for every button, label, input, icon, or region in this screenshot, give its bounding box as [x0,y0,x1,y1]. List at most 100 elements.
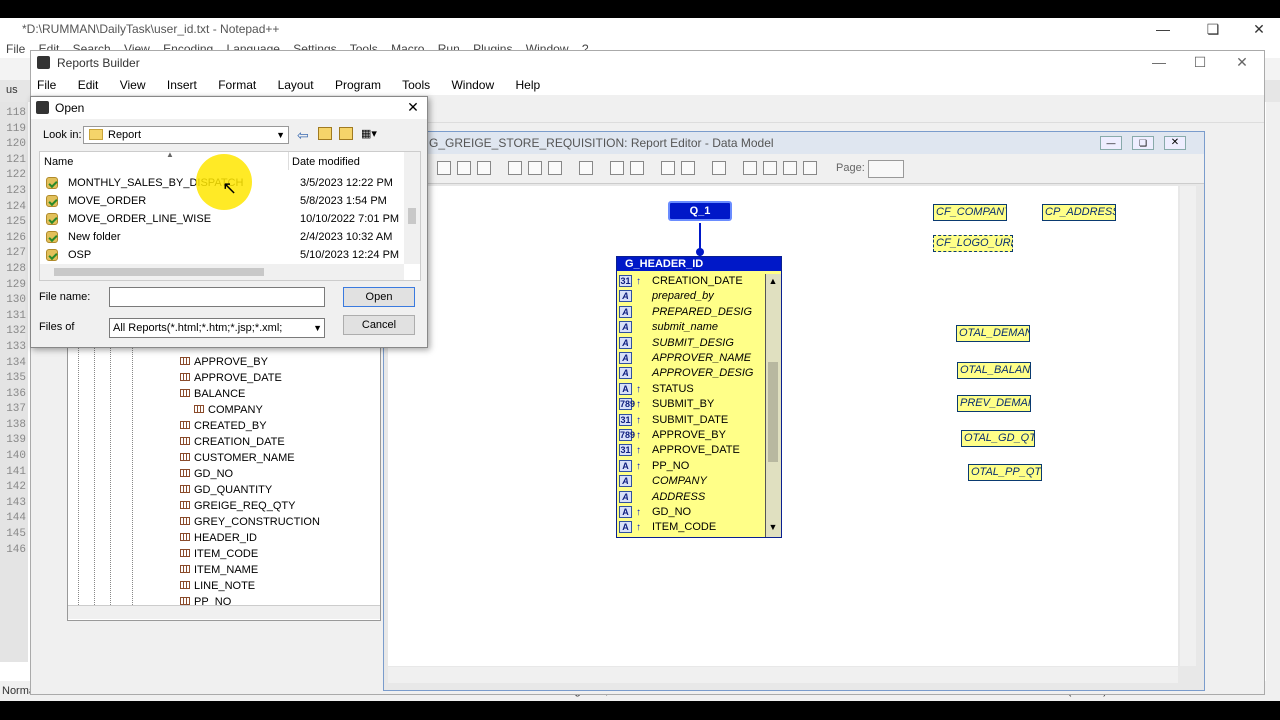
nav-item[interactable]: GREIGE_REQ_QTY [180,498,295,514]
formula-total-pp-qty[interactable]: OTAL_PP_QT [968,464,1042,481]
group-field[interactable]: 31 ↑ APPROVE_DATE [619,443,740,458]
line-number: 120 [6,138,26,151]
nav-item[interactable]: GREY_CONSTRUCTION [180,514,320,530]
menu-program[interactable]: Program [335,78,381,92]
menu-view[interactable]: View [120,78,146,92]
file-list-vscroll[interactable] [404,152,420,264]
menu-window[interactable]: Window [451,78,494,92]
dm-close-icon[interactable]: ✕ [1164,136,1186,150]
column-icon [180,501,190,509]
formula-total-balance[interactable]: OTAL_BALANC [957,362,1031,379]
formula-cp-address[interactable]: CP_ADDRESS [1042,204,1116,221]
nav-item[interactable]: ITEM_NAME [180,562,258,578]
tab-user-id[interactable]: us [6,84,18,96]
notepad-vscroll[interactable] [1266,102,1280,682]
menu-tools[interactable]: Tools [402,78,430,92]
group-field[interactable]: Asubmit_name [619,320,718,335]
menu-layout[interactable]: Layout [278,78,314,92]
nav-item[interactable]: APPROVE_BY [180,354,268,370]
dm-canvas[interactable]: Q_1 G_HEADER_ID 31 ↑ CREATION_DATE Aprepare… [388,186,1178,666]
group-field[interactable]: A ↑ STATUS [619,382,694,397]
line-number: 130 [6,294,26,307]
dm-hscroll[interactable] [388,667,1178,683]
dm-tool-icons[interactable] [434,161,820,178]
group-field[interactable]: 31 ↑ CREATION_DATE [619,274,743,289]
file-name-input[interactable] [109,287,325,307]
menu-edit[interactable]: Edit [78,78,99,92]
formula-prev-demand[interactable]: PREV_DEMAN [957,395,1031,412]
open-button[interactable]: Open [343,287,415,307]
rb-close-icon[interactable]: ✕ [1219,51,1265,73]
dialog-close-icon[interactable]: ✕ [403,99,423,117]
column-icon [180,437,190,445]
nav-item[interactable]: CUSTOMER_NAME [180,450,295,466]
scroll-down-icon[interactable]: ▼ [768,522,778,532]
dm-restore-icon[interactable]: ❏ [1132,136,1154,150]
group-field[interactable]: A SUBMIT_DESIG [619,336,734,351]
query-q1[interactable]: Q_1 [668,201,732,221]
file-row[interactable]: MOVE_ORDER_LINE_WISE 10/10/2022 7:01 PM [46,210,416,228]
page-input[interactable] [868,160,904,178]
tree-guide [110,337,111,607]
key-arrow-icon: ↑ [636,276,641,287]
group-field[interactable]: A APPROVER_NAME [619,351,751,366]
file-row[interactable]: New folder 2/4/2023 10:32 AM [46,228,416,246]
vscroll-thumb[interactable] [408,208,416,224]
group-box[interactable]: G_HEADER_ID 31 ↑ CREATION_DATE Aprepared_by… [616,256,782,538]
group-field[interactable]: 789↑ SUBMIT_BY [619,397,714,412]
group-field[interactable]: A ADDRESS [619,490,705,505]
group-field[interactable]: A APPROVER_DESIG [619,366,753,381]
nav-item[interactable]: COMPANY [194,402,263,418]
restore-icon[interactable]: ❏ [1190,18,1236,40]
nav-item[interactable]: BALANCE [180,386,245,402]
nav-item[interactable]: HEADER_ID [180,530,257,546]
menu-insert[interactable]: Insert [167,78,197,92]
nav-item[interactable]: CREATED_BY [180,418,267,434]
file-type-select[interactable]: All Reports(*.html;*.htm;*.jsp;*.xml; ▼ [109,318,325,338]
chevron-down-icon: ▼ [313,319,322,337]
group-field[interactable]: A PREPARED_DESIG [619,305,752,320]
new-folder-icon[interactable] [339,127,353,140]
nav-item[interactable]: ITEM_CODE [180,546,258,562]
menu-file[interactable]: File [37,78,56,92]
view-menu-icon[interactable]: ▦▾ [361,127,385,141]
formula-total-demand[interactable]: OTAL_DEMAN [956,325,1030,342]
menu-format[interactable]: Format [218,78,256,92]
formula-cf-company[interactable]: CF_COMPANY [933,204,1007,221]
nav-hscroll[interactable] [68,605,380,619]
up-folder-icon[interactable] [318,127,332,140]
hscroll-thumb[interactable] [54,268,264,276]
scroll-thumb[interactable] [768,362,778,462]
menu-help[interactable]: Help [515,78,540,92]
close-icon[interactable]: ✕ [1236,18,1280,40]
group-field[interactable]: A COMPANY [619,474,707,489]
group-field[interactable]: A ↑ ITEM_CODE [619,520,716,535]
group-field[interactable]: A ↑ GD_NO [619,505,691,520]
rb-maximize-icon[interactable]: ☐ [1177,51,1223,73]
dm-minimize-icon[interactable]: — [1100,136,1122,150]
group-field[interactable]: A ↑ PP_NO [619,459,689,474]
group-field[interactable]: 31 ↑ SUBMIT_DATE [619,413,728,428]
file-list-hscroll[interactable] [40,264,404,280]
group-field[interactable]: Aprepared_by [619,289,714,304]
dm-vscroll[interactable] [1180,186,1196,666]
nav-item[interactable]: GD_NO [180,466,233,482]
nav-item[interactable]: CREATION_DATE [180,434,285,450]
scroll-up-icon[interactable]: ▲ [768,276,778,286]
col-date-header[interactable]: Date modified [292,156,360,168]
back-icon[interactable]: ⇦ [297,127,309,144]
char-type-icon: A [619,490,632,503]
minimize-icon[interactable]: — [1140,18,1186,40]
formula-total-gd-qty[interactable]: OTAL_GD_QT [961,430,1035,447]
rb-minimize-icon[interactable]: — [1136,51,1182,73]
cancel-button[interactable]: Cancel [343,315,415,335]
nav-item[interactable]: GD_QUANTITY [180,482,272,498]
look-in-select[interactable]: Report ▼ [83,126,289,144]
nav-item[interactable]: LINE_NOTE [180,578,255,594]
formula-cf-logo-url[interactable]: CF_LOGO_URL [933,235,1013,252]
file-row[interactable]: OSP 5/10/2023 12:24 PM [46,246,416,264]
col-name-header[interactable]: Name [44,156,73,168]
group-field[interactable]: 789↑ APPROVE_BY [619,428,726,443]
nav-item[interactable]: APPROVE_DATE [180,370,282,386]
group-vscroll[interactable]: ▲ ▼ [765,274,781,537]
